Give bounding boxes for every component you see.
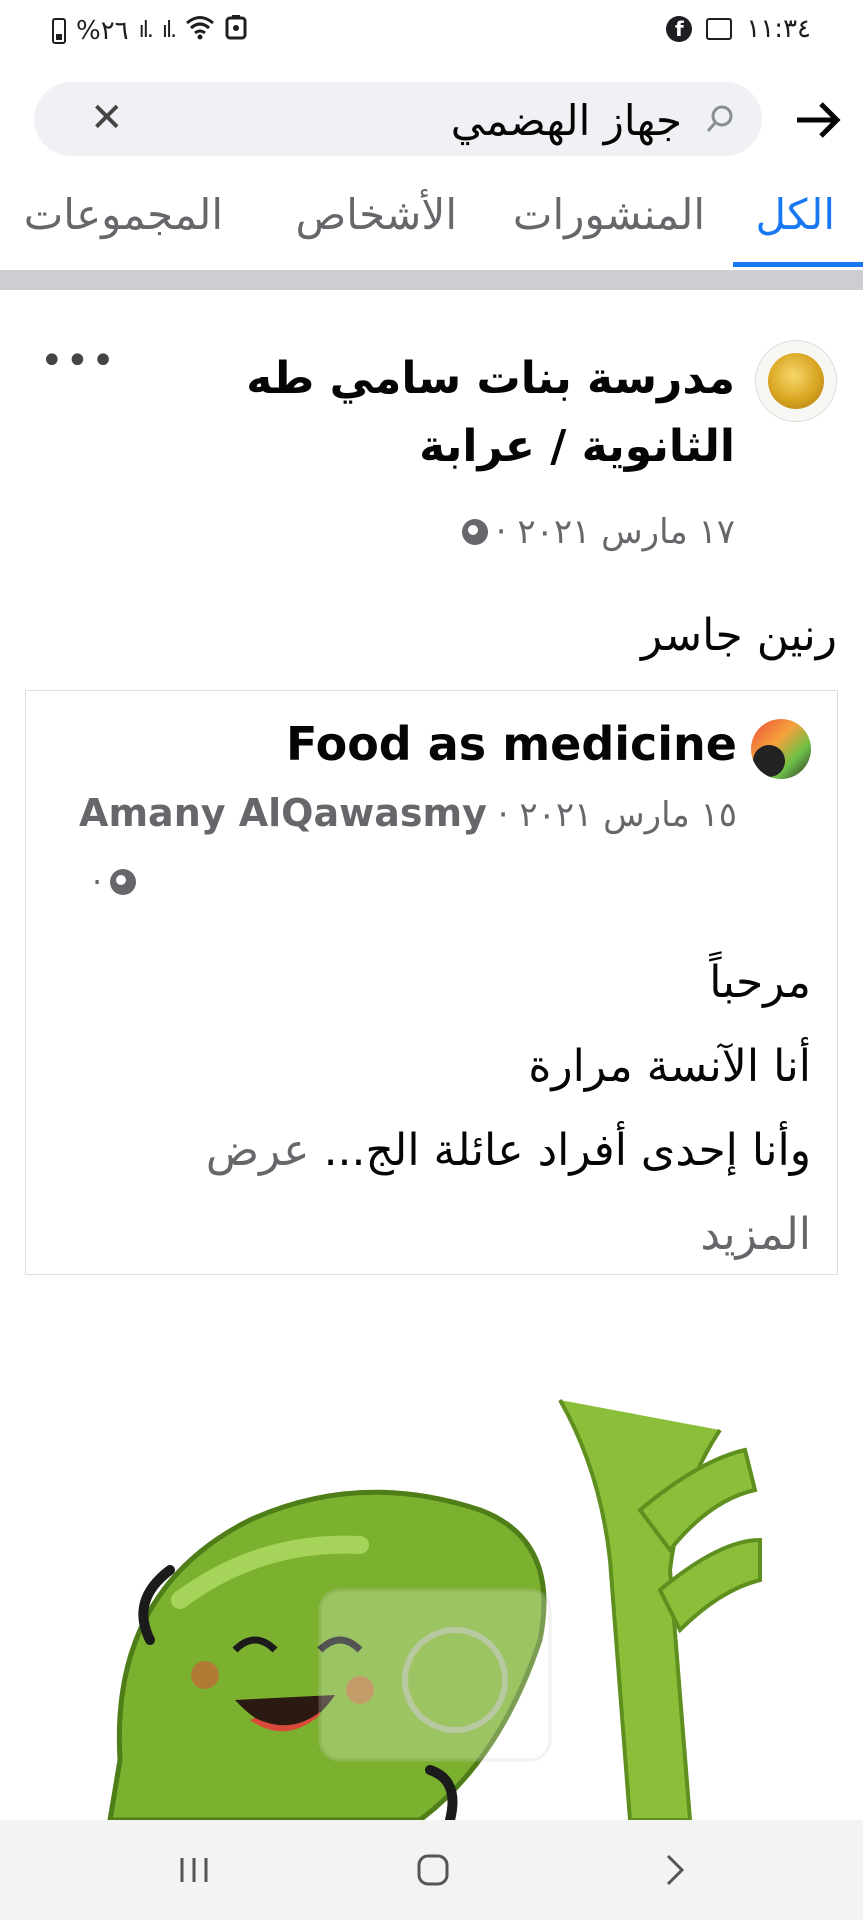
post-image[interactable] [0, 1340, 863, 1820]
data-saver-icon [225, 14, 247, 47]
school-logo-icon [768, 353, 824, 409]
post-page-name[interactable]: مدرسة بنات سامي طه الثانوية / عرابة [175, 345, 735, 481]
home-icon[interactable] [409, 1846, 457, 1894]
battery-icon [52, 17, 66, 44]
facebook-icon: f [666, 16, 693, 42]
tab-posts[interactable]: المنشورات [513, 190, 705, 239]
signal-icon: ıl. [138, 18, 154, 43]
shared-meta: ١٥ مارس ٢٠٢١ · Amany AlQawasmy [79, 791, 737, 835]
battery-percent: %٢٦ [76, 15, 129, 46]
status-bar: %٢٦ ıl. ıl. f ١١:٣٤ [0, 0, 863, 62]
post-meta: ١٧ مارس ٢٠٢١ · [461, 512, 735, 552]
tab-people[interactable]: الأشخاص [296, 190, 458, 239]
system-nav-bar [0, 1820, 863, 1920]
search-tabs: الكل المنشورات الأشخاص المجموعات [0, 180, 863, 270]
shared-page-avatar[interactable] [751, 719, 811, 779]
globe-icon [110, 869, 137, 895]
back-arrow-icon[interactable] [789, 92, 845, 148]
shared-meta-privacy: · [92, 863, 137, 901]
status-time: ١١:٣٤ [746, 14, 811, 44]
gallery-icon [706, 18, 733, 40]
active-tab-indicator [733, 262, 863, 267]
shared-post-text: مرحباً أنا الآنسة مرارة وأنا إحدى أفراد … [111, 941, 811, 1277]
shared-page-name[interactable]: Food as medicine [286, 717, 737, 771]
shared-date[interactable]: ١٥ مارس ٢٠٢١ · [498, 795, 737, 835]
shared-author[interactable]: Amany AlQawasmy [79, 791, 487, 835]
status-left: %٢٦ ıl. ıl. [52, 14, 247, 47]
tabs-divider [0, 270, 863, 290]
shared-post-card[interactable]: Food as medicine ١٥ مارس ٢٠٢١ · Amany Al… [25, 690, 838, 1275]
tab-all[interactable]: الكل [756, 190, 835, 239]
post-text: رنين جاسر [640, 610, 837, 661]
signal-icon-2: ıl. [161, 18, 177, 43]
page-avatar[interactable] [755, 340, 837, 422]
globe-icon [461, 519, 488, 545]
recents-icon[interactable] [170, 1846, 218, 1894]
tab-groups[interactable]: المجموعات [24, 190, 223, 239]
search-input[interactable]: جهاز الهضمي [451, 96, 682, 145]
search-box[interactable]: ✕ جهاز الهضمي [34, 82, 762, 156]
post-date[interactable]: ١٧ مارس ٢٠٢١ · [496, 512, 735, 552]
shared-text-line: مرحباً [709, 957, 811, 1008]
back-icon[interactable] [650, 1846, 698, 1894]
search-header: ✕ جهاز الهضمي [0, 72, 863, 162]
search-icon [706, 105, 733, 132]
clear-icon[interactable]: ✕ [90, 96, 124, 140]
status-right: f ١١:٣٤ [666, 14, 811, 44]
shared-text-line: وأنا إحدى أفراد عائلة الج... عرض المزيد [205, 1125, 811, 1260]
meta-dot: · [92, 863, 103, 901]
wifi-icon [185, 14, 215, 47]
more-options-icon[interactable]: ••• [40, 338, 117, 384]
shared-text-line: أنا الآنسة مرارة [528, 1041, 811, 1092]
gallbladder-illustration [107, 1399, 762, 1820]
